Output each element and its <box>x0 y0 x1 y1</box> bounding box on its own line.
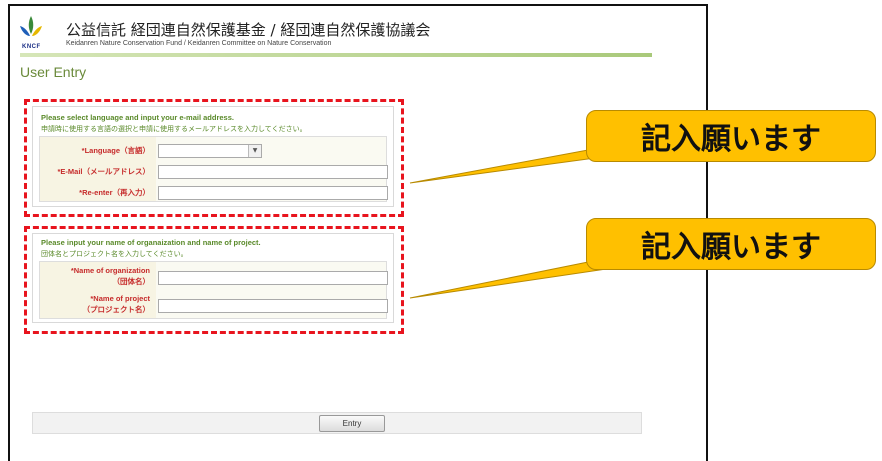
callout-please-fill-bottom: 記入願います <box>586 218 876 270</box>
leaf-logo-icon <box>20 16 42 36</box>
logo-text: KNCF <box>22 44 41 50</box>
kncf-logo: KNCF <box>18 14 44 50</box>
page-title: User Entry <box>20 64 87 80</box>
highlight-box-organization <box>24 226 404 334</box>
highlight-box-email <box>24 99 404 217</box>
callout-please-fill-top: 記入願います <box>586 110 876 162</box>
site-title-en: Keidanren Nature Conservation Fund / Kei… <box>66 40 332 47</box>
entry-bar: Entry <box>32 412 642 434</box>
entry-button[interactable]: Entry <box>319 415 385 432</box>
site-title-ja: 公益信託 経団連自然保護基金 / 経団連自然保護協議会 <box>66 21 431 39</box>
header-divider <box>20 53 652 57</box>
